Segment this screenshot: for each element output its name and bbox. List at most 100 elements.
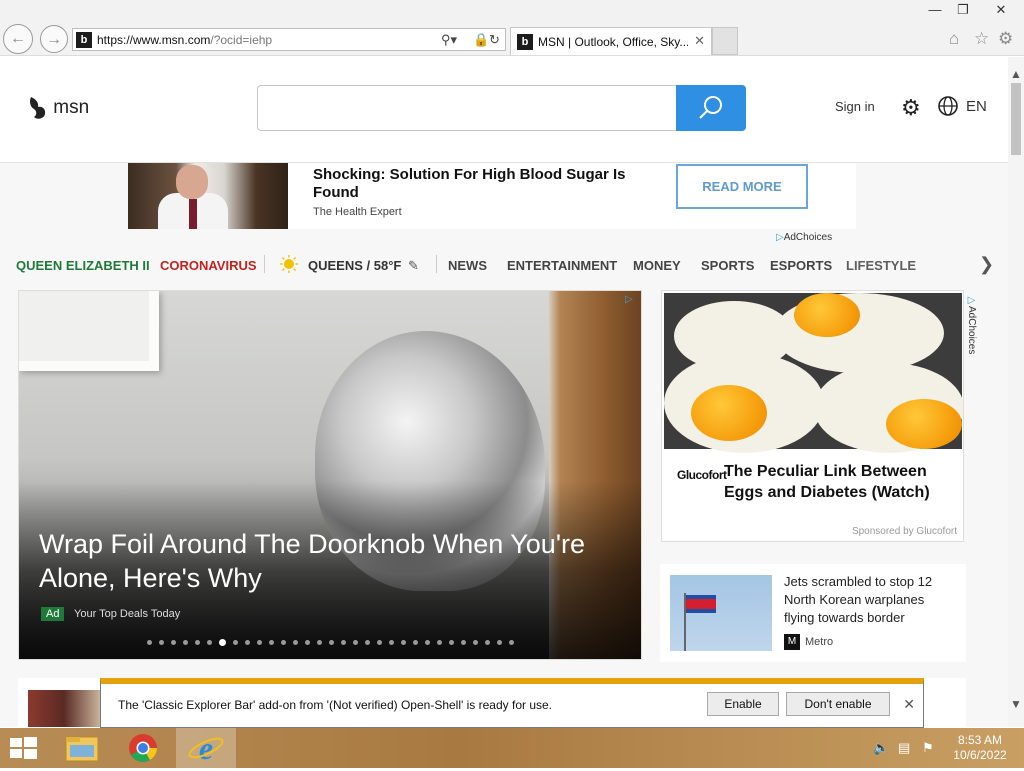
- search-button[interactable]: [676, 85, 746, 131]
- search-dropdown-icon[interactable]: ⚲▾: [441, 32, 457, 48]
- tab-title: MSN | Outlook, Office, Sky...: [538, 35, 688, 49]
- scroll-down-icon[interactable]: ▼: [1010, 697, 1022, 711]
- nav-item-money[interactable]: MONEY: [633, 258, 681, 273]
- hero-sponsor: Your Top Deals Today: [74, 608, 181, 620]
- doctor-face-shape: [176, 165, 208, 199]
- internet-explorer-icon: e: [188, 730, 224, 766]
- egg-yolk-shape: [691, 385, 767, 441]
- nav-item-weather[interactable]: QUEENS / 58°F: [308, 258, 401, 273]
- banner-ad[interactable]: Shocking: Solution For High Blood Sugar …: [128, 163, 856, 229]
- nav-item-entertainment[interactable]: ENTERTAINMENT: [507, 258, 617, 273]
- adchoices-icon[interactable]: ▷: [625, 294, 633, 305]
- egg-yolk-shape: [794, 293, 860, 337]
- nav-item-queen-elizabeth[interactable]: QUEEN ELIZABETH II: [16, 258, 150, 273]
- hero-carousel[interactable]: ▷ Wrap Foil Around The Doorknob When You…: [18, 290, 642, 660]
- sun-weather-icon: [280, 255, 298, 273]
- side-ad-brand: Glucofort: [677, 468, 727, 482]
- msn-favicon-icon: b: [76, 32, 92, 48]
- search-icon: [699, 96, 722, 119]
- addon-notification-bar: The 'Classic Explorer Bar' add-on from '…: [100, 678, 924, 728]
- edit-location-pencil-icon[interactable]: ✎: [408, 258, 419, 274]
- adchoices-link[interactable]: ▷AdChoices: [776, 232, 832, 243]
- adchoices-label: AdChoices: [966, 306, 977, 355]
- chrome-icon: [129, 734, 157, 762]
- nav-item-coronavirus[interactable]: CORONAVIRUS: [160, 258, 257, 273]
- egg-yolk-shape: [886, 399, 962, 449]
- nav-item-news[interactable]: NEWS: [448, 258, 487, 273]
- adchoices-icon: ▷: [776, 232, 784, 243]
- file-explorer-button[interactable]: [52, 728, 112, 768]
- clock-date: 10/6/2022: [953, 748, 1007, 762]
- side-ad-card[interactable]: Glucofort The Peculiar Link Between Eggs…: [661, 290, 964, 542]
- clock-time: 8:53 AM: [957, 733, 1003, 747]
- minimize-button[interactable]: —: [920, 0, 950, 22]
- sign-in-link[interactable]: Sign in: [835, 99, 875, 114]
- side-ad-image: [664, 293, 963, 453]
- url-path: /?ocid=iehp: [210, 33, 273, 47]
- restore-button[interactable]: ❐: [948, 0, 978, 22]
- hero-title[interactable]: Wrap Foil Around The Doorknob When You'r…: [39, 527, 639, 595]
- forward-button[interactable]: →: [40, 25, 68, 53]
- carousel-dots[interactable]: [147, 635, 521, 647]
- home-icon[interactable]: ⌂: [949, 29, 959, 49]
- address-url[interactable]: https://www.msn.com/?ocid=iehp: [97, 33, 272, 47]
- side-ad-title[interactable]: The Peculiar Link Between Eggs and Diabe…: [724, 461, 960, 503]
- adchoices-label: AdChoices: [783, 232, 833, 243]
- refresh-icon[interactable]: ↻: [489, 32, 500, 48]
- forward-arrow-icon: →: [46, 31, 62, 48]
- read-more-button[interactable]: READ MORE: [676, 164, 808, 209]
- news-card-headline[interactable]: Jets scrambled to stop 12 North Korean w…: [784, 573, 954, 627]
- language-label[interactable]: EN: [966, 98, 987, 115]
- news-card-image: [28, 690, 100, 727]
- taskbar: e 🔈 ▤ ⚑ 8:53 AM 10/6/2022: [0, 728, 1024, 768]
- back-button[interactable]: ←: [3, 24, 33, 54]
- chrome-button[interactable]: [114, 728, 174, 768]
- msn-butterfly-icon: [30, 97, 46, 119]
- browser-chrome: — ❐ ✕ ← → b https://www.msn.com/?ocid=ie…: [0, 0, 1024, 56]
- nav-item-sports[interactable]: SPORTS: [701, 258, 754, 273]
- banner-ad-title[interactable]: Shocking: Solution For High Blood Sugar …: [313, 166, 653, 202]
- back-arrow-icon: ←: [10, 30, 26, 47]
- scroll-up-icon[interactable]: ▲: [1010, 67, 1022, 81]
- adchoices-link[interactable]: ▷AdChoices: [966, 295, 977, 354]
- chevron-right-icon[interactable]: ❯: [979, 254, 994, 275]
- news-card-source: Metro: [805, 636, 834, 648]
- new-tab-button[interactable]: [712, 27, 738, 55]
- lock-icon[interactable]: 🔒: [473, 32, 489, 48]
- msn-logo[interactable]: msn: [28, 95, 89, 121]
- banner-ad-image[interactable]: [128, 163, 288, 229]
- nav-item-esports[interactable]: ESPORTS: [770, 258, 832, 273]
- svg-text:e: e: [199, 730, 213, 766]
- address-bar[interactable]: b https://www.msn.com/?ocid=iehp ⚲▾ 🔒 ↻: [72, 28, 506, 51]
- category-nav: QUEEN ELIZABETH II CORONAVIRUS QUEENS / …: [0, 253, 1008, 277]
- news-card-image: [670, 575, 772, 651]
- close-notification-icon[interactable]: ✕: [903, 696, 915, 713]
- favorites-star-icon[interactable]: ☆: [974, 29, 989, 49]
- browser-tab[interactable]: b MSN | Outlook, Office, Sky... ✕: [510, 27, 712, 55]
- internet-explorer-button[interactable]: e: [176, 728, 236, 768]
- windows-start-icon[interactable]: [7, 736, 39, 760]
- globe-icon[interactable]: [937, 95, 959, 117]
- volume-muted-icon[interactable]: 🔈: [873, 740, 889, 756]
- dont-enable-button[interactable]: Don't enable: [786, 692, 890, 716]
- nav-item-lifestyle[interactable]: LIFESTYLE: [846, 258, 916, 273]
- action-center-flag-icon[interactable]: ⚑: [922, 740, 934, 756]
- settings-gear-icon[interactable]: ⚙: [901, 95, 921, 121]
- doctor-tie-shape: [189, 199, 197, 229]
- system-clock[interactable]: 8:53 AM 10/6/2022: [945, 733, 1015, 763]
- network-icon[interactable]: ▤: [898, 740, 910, 756]
- enable-button[interactable]: Enable: [707, 692, 779, 716]
- tab-close-icon[interactable]: ✕: [694, 33, 705, 49]
- ad-badge: Ad: [41, 607, 65, 621]
- tab-favicon-icon: b: [517, 34, 533, 50]
- news-card[interactable]: Jets scrambled to stop 12 North Korean w…: [660, 564, 966, 662]
- web-page: msn Sign in ⚙ EN Shocking: Solution For …: [0, 57, 1008, 727]
- page-scrollbar[interactable]: ▲ ▼: [1008, 57, 1024, 727]
- hero-image-frame-shape: [19, 291, 159, 371]
- north-korea-flag-shape: [686, 595, 716, 613]
- tools-gear-icon[interactable]: ⚙: [998, 29, 1013, 49]
- scrollbar-thumb[interactable]: [1011, 83, 1021, 155]
- close-window-button[interactable]: ✕: [986, 0, 1016, 22]
- notification-message: The 'Classic Explorer Bar' add-on from '…: [118, 698, 552, 712]
- search-input[interactable]: [257, 85, 677, 131]
